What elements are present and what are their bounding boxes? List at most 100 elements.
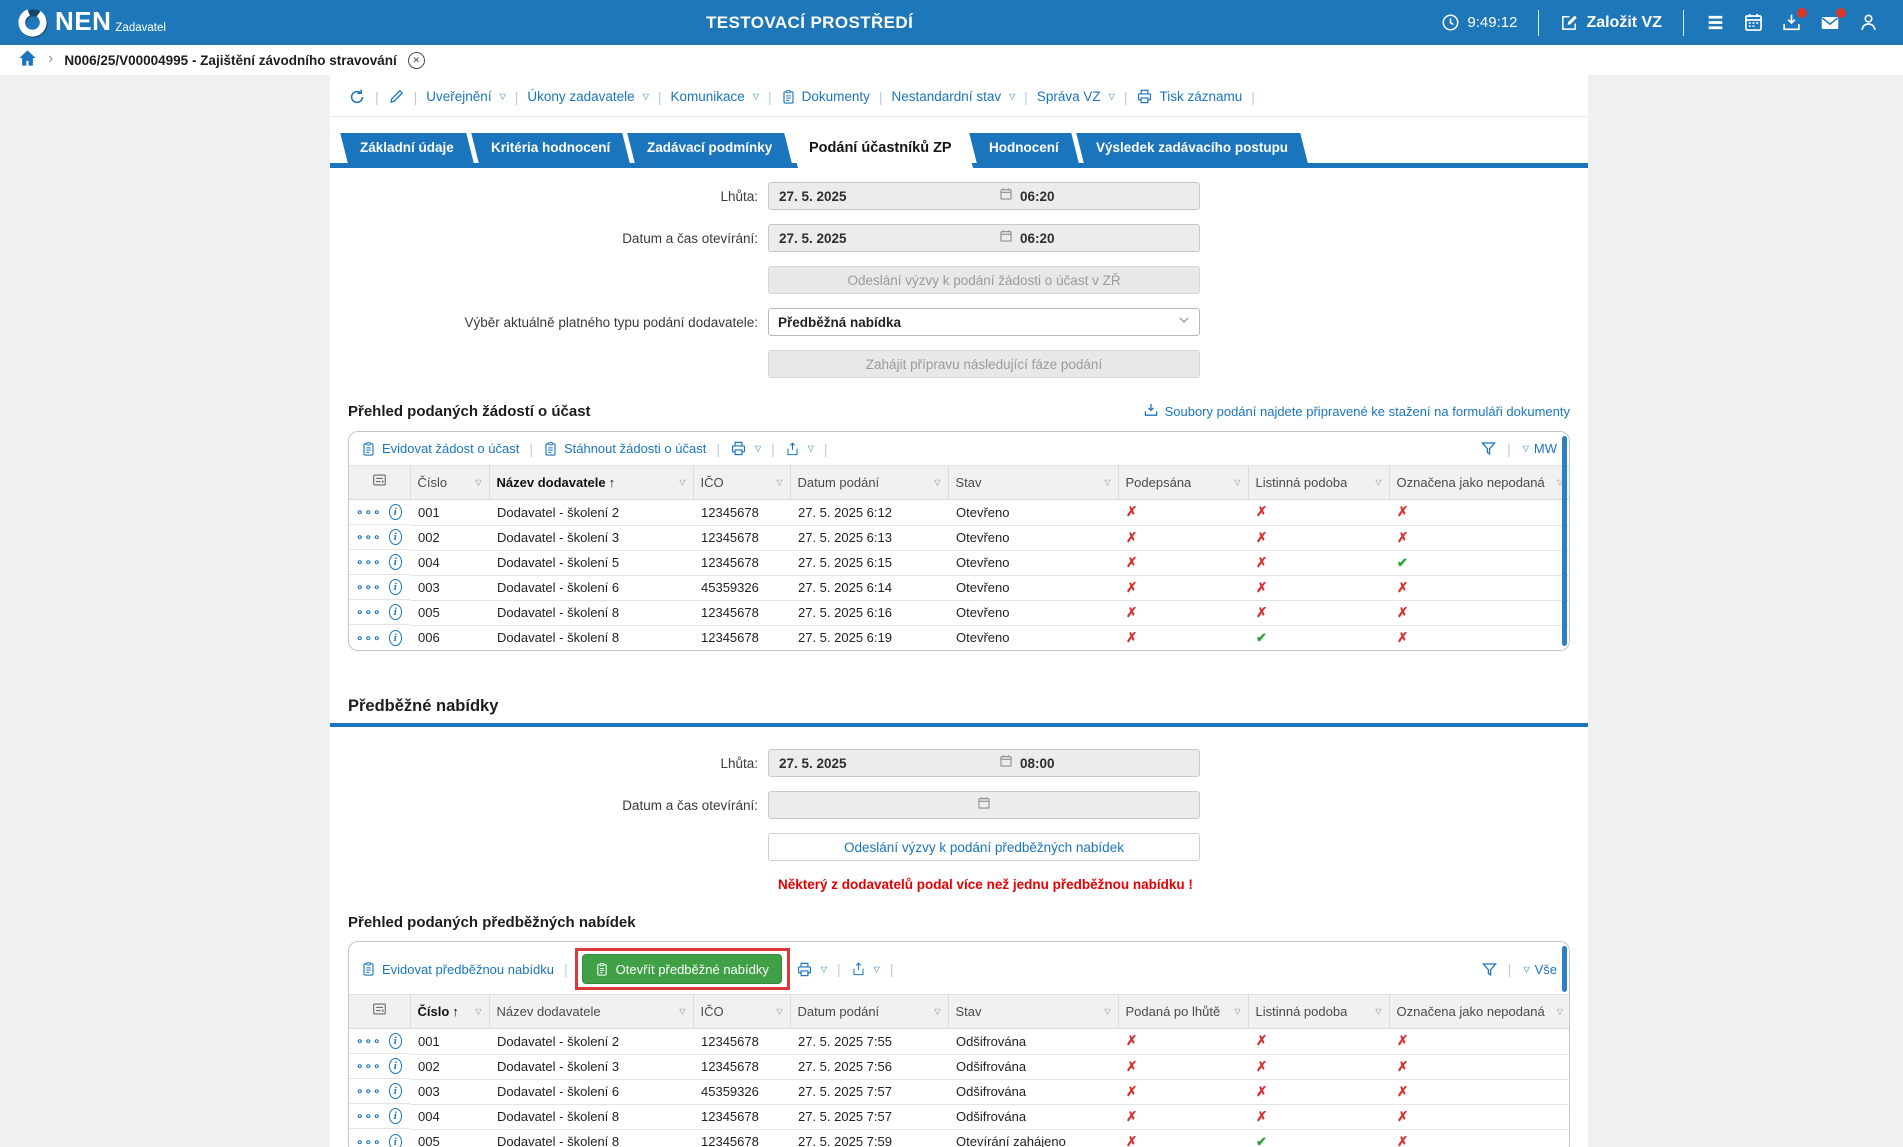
row-info-button[interactable]: i (389, 1083, 402, 1099)
toolbar-item-uverejneni[interactable]: Uveřejnění▽ (426, 89, 505, 104)
toolbar-item-sprava-vz[interactable]: Správa VZ▽ (1037, 89, 1115, 104)
column-header-oznacena-jako-nepodana[interactable]: Označena jako nepodaná▽ (1389, 466, 1570, 500)
column-filter-icon[interactable]: ▽ (675, 1007, 685, 1016)
toolbar-item-nestandardni-stav[interactable]: Nestandardní stav▽ (892, 89, 1016, 104)
downloads-button[interactable] (1781, 12, 1802, 33)
menu-button[interactable] (1705, 12, 1726, 33)
row-info-button[interactable]: i (389, 504, 402, 520)
table-row[interactable]: ∘∘∘i002Dodavatel - školení 31234567827. … (349, 1054, 1570, 1079)
table-row[interactable]: ∘∘∘i004Dodavatel - školení 81234567827. … (349, 1104, 1570, 1129)
column-header-ico[interactable]: IČO▽ (693, 466, 790, 500)
table-row[interactable]: ∘∘∘i005Dodavatel - školení 81234567827. … (349, 1129, 1570, 1147)
column-filter-icon[interactable]: ▽ (675, 478, 685, 487)
table-row[interactable]: ∘∘∘i004Dodavatel - školení 51234567827. … (349, 550, 1570, 575)
column-header-ico[interactable]: IČO▽ (693, 995, 790, 1029)
tab-hodnoceni[interactable]: Hodnocení (969, 133, 1078, 163)
row-menu-button[interactable]: ∘∘∘ (356, 530, 382, 544)
home-icon[interactable] (18, 49, 37, 72)
table-row[interactable]: ∘∘∘i001Dodavatel - školení 21234567827. … (349, 1029, 1570, 1055)
row-menu-button[interactable]: ∘∘∘ (356, 1034, 382, 1048)
row-info-button[interactable]: i (389, 630, 402, 646)
messages-button[interactable] (1819, 12, 1841, 34)
column-header-podana-po-lhute[interactable]: Podaná po lhůtě▽ (1118, 995, 1248, 1029)
row-menu-button[interactable]: ∘∘∘ (356, 580, 382, 594)
breadcrumb-record-title[interactable]: N006/25/V00004995 - Zajištění závodního … (64, 53, 396, 68)
column-header-datum-podani[interactable]: Datum podání▽ (790, 995, 948, 1029)
column-filter-icon[interactable]: ▽ (772, 1007, 782, 1016)
column-filter-icon[interactable]: ▽ (1230, 1007, 1240, 1016)
column-filter-icon[interactable]: ▽ (1371, 478, 1381, 487)
column-header-nazev-dodavatele[interactable]: Název dodavatele▽ (489, 995, 693, 1029)
tab-podani-ucastniku-zp[interactable]: Podání účastníků ZP (790, 133, 972, 163)
column-settings-button[interactable] (349, 995, 410, 1029)
row-info-button[interactable]: i (389, 529, 402, 545)
column-filter-icon[interactable]: ▽ (1371, 1007, 1381, 1016)
filter-profile-select[interactable]: ▽ MW (1521, 441, 1557, 456)
row-menu-button[interactable]: ∘∘∘ (356, 1135, 382, 1147)
export-table-button[interactable]: ▽ (785, 441, 814, 457)
filter-button[interactable] (1480, 440, 1497, 457)
row-info-button[interactable]: i (389, 1058, 402, 1074)
table-row[interactable]: ∘∘∘i006Dodavatel - školení 81234567827. … (349, 625, 1570, 650)
column-filter-icon[interactable]: ▽ (1100, 1007, 1110, 1016)
tab-zakladni-udaje[interactable]: Základní údaje (340, 133, 473, 163)
row-info-button[interactable]: i (389, 554, 402, 570)
row-menu-button[interactable]: ∘∘∘ (356, 605, 382, 619)
send-preliminary-invitation-button[interactable]: Odeslání výzvy k podání předběžných nabí… (768, 833, 1200, 861)
column-filter-icon[interactable]: ▽ (1553, 1007, 1563, 1016)
register-request-button[interactable]: Evidovat žádost o účast (361, 441, 519, 457)
app-logo[interactable]: NEN Zadavatel (16, 6, 166, 39)
column-filter-icon[interactable]: ▽ (471, 478, 481, 487)
row-menu-button[interactable]: ∘∘∘ (356, 631, 382, 645)
column-header-stav[interactable]: Stav▽ (948, 995, 1118, 1029)
table-row[interactable]: ∘∘∘i005Dodavatel - školení 81234567827. … (349, 600, 1570, 625)
row-menu-button[interactable]: ∘∘∘ (356, 1084, 382, 1098)
row-menu-button[interactable]: ∘∘∘ (356, 505, 382, 519)
column-header-cislo[interactable]: Číslo▽ (410, 466, 489, 500)
column-header-nazev-dodavatele[interactable]: Název dodavatele↑▽ (489, 466, 693, 500)
pencil-icon[interactable] (388, 88, 405, 105)
column-header-listinna-podoba[interactable]: Listinná podoba▽ (1248, 995, 1389, 1029)
column-filter-icon[interactable]: ▽ (930, 478, 940, 487)
user-profile-button[interactable] (1858, 12, 1879, 33)
toolbar-item-ukony-zadavatele[interactable]: Úkony zadavatele▽ (527, 89, 648, 104)
calendar-button[interactable] (1743, 12, 1764, 33)
row-info-button[interactable]: i (389, 1108, 402, 1124)
row-info-button[interactable]: i (389, 579, 402, 595)
column-filter-icon[interactable]: ▽ (471, 1007, 481, 1016)
create-vz-button[interactable]: Založit VZ (1560, 13, 1662, 32)
register-preliminary-offer-button[interactable]: Evidovat předběžnou nabídku (361, 961, 554, 977)
row-info-button[interactable]: i (389, 604, 402, 620)
table-row[interactable]: ∘∘∘i003Dodavatel - školení 64535932627. … (349, 1079, 1570, 1104)
download-requests-button[interactable]: Stáhnout žádosti o účast (543, 441, 706, 457)
open-preliminary-offers-button[interactable]: Otevřít předběžné nabídky (582, 954, 782, 984)
column-header-oznacena-jako-nepodana[interactable]: Označena jako nepodaná▽ (1389, 995, 1570, 1029)
filter-profile-select[interactable]: ▽ Vše (1521, 962, 1557, 977)
next-phase-button[interactable]: Zahájit přípravu následující fáze podání (768, 350, 1200, 378)
tab-vysledek-zadavaciho-postupu[interactable]: Výsledek zadávacího postupu (1076, 133, 1308, 163)
row-menu-button[interactable]: ∘∘∘ (356, 1059, 382, 1073)
column-header-podepsana[interactable]: Podepsána▽ (1118, 466, 1248, 500)
column-header-datum-podani[interactable]: Datum podání▽ (790, 466, 948, 500)
column-header-listinna-podoba[interactable]: Listinná podoba▽ (1248, 466, 1389, 500)
send-request-invitation-button[interactable]: Odeslání výzvy k podání žádosti o účast … (768, 266, 1200, 294)
refresh-icon[interactable] (348, 88, 366, 106)
submission-type-select[interactable]: Předběžná nabídka (768, 308, 1200, 336)
table-row[interactable]: ∘∘∘i003Dodavatel - školení 64535932627. … (349, 575, 1570, 600)
table-scrollbar[interactable] (1562, 946, 1567, 992)
submission-files-link[interactable]: Soubory podání najdete připravené ke sta… (1143, 402, 1570, 421)
toolbar-item-tisk-zaznamu[interactable]: Tisk záznamu (1136, 88, 1242, 105)
row-info-button[interactable]: i (389, 1033, 402, 1049)
filter-button[interactable] (1481, 961, 1498, 978)
toolbar-item-dokumenty[interactable]: Dokumenty (781, 89, 870, 105)
export-table-button[interactable]: ▽ (851, 961, 880, 977)
column-filter-icon[interactable]: ▽ (772, 478, 782, 487)
column-filter-icon[interactable]: ▽ (930, 1007, 940, 1016)
table-row[interactable]: ∘∘∘i002Dodavatel - školení 31234567827. … (349, 525, 1570, 550)
column-filter-icon[interactable]: ▽ (1230, 478, 1240, 487)
column-header-cislo[interactable]: Číslo↑▽ (410, 995, 489, 1029)
print-table-button[interactable]: ▽ (796, 961, 827, 978)
row-info-button[interactable]: i (389, 1134, 402, 1147)
column-filter-icon[interactable]: ▽ (1100, 478, 1110, 487)
row-menu-button[interactable]: ∘∘∘ (356, 555, 382, 569)
